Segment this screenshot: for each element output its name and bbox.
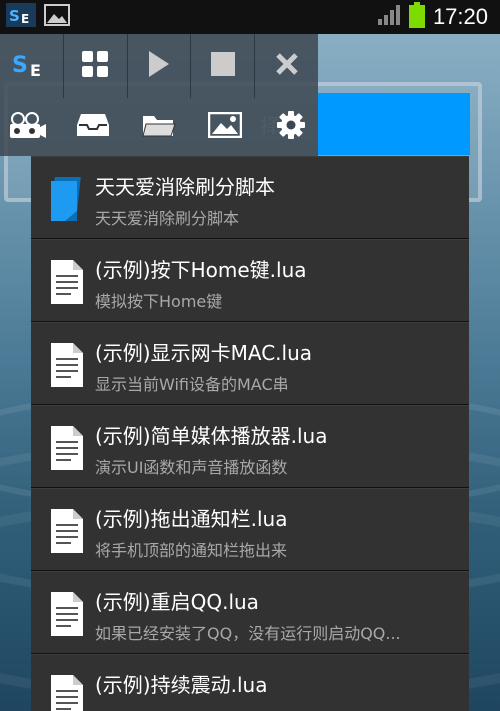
clock: 17:20 [432, 4, 488, 29]
svg-text:E: E [30, 61, 41, 78]
svg-text:S: S [12, 53, 28, 78]
document-icon [49, 341, 85, 389]
se-logo-icon: S E [12, 50, 50, 82]
script-description: 天天爱消除刷分脚本 [95, 209, 240, 228]
signal-icon [377, 4, 401, 30]
script-title: 天天爱消除刷分脚本 [95, 175, 275, 199]
grid-icon [81, 50, 109, 82]
image-icon [44, 4, 70, 30]
script-description: 演示UI函数和声音播放函数 [95, 458, 288, 477]
document-icon [49, 424, 85, 472]
status-bar: S E 17:20 [0, 0, 500, 34]
script-title: (示例)按下Home键.lua [95, 258, 307, 282]
folder-icon [142, 112, 176, 142]
se-logo-button[interactable]: S E [0, 34, 64, 98]
list-item[interactable]: (示例)重启QQ.lua 如果已经安装了QQ，没有运行则启动QQ... [31, 571, 469, 654]
close-button[interactable] [255, 34, 318, 98]
script-title: (示例)拖出通知栏.lua [95, 507, 288, 531]
battery-icon [408, 2, 425, 32]
list-item[interactable]: (示例)持续震动.lua [31, 654, 469, 711]
script-description: 如果已经安装了QQ，没有运行则启动QQ... [95, 624, 401, 643]
inbox-icon [76, 112, 110, 142]
script-title: (示例)简单媒体播放器.lua [95, 424, 328, 448]
image-icon [207, 111, 243, 142]
floating-toolbar: S E [0, 34, 318, 98]
document-icon [49, 590, 85, 638]
widget-blue-bar [318, 93, 470, 155]
script-title: (示例)重启QQ.lua [95, 590, 259, 614]
document-icon [49, 507, 85, 555]
svg-text:E: E [21, 12, 29, 26]
script-description: 显示当前Wifi设备的MAC串 [95, 375, 289, 394]
play-icon [147, 50, 171, 82]
document-icon [49, 258, 85, 306]
document-icon [49, 673, 85, 711]
se-app-icon: S E [6, 3, 36, 31]
record-icon [8, 111, 46, 143]
picture-button[interactable] [206, 108, 244, 146]
script-title: (示例)显示网卡MAC.lua [95, 341, 313, 365]
list-item[interactable]: 天天爱消除刷分脚本 天天爱消除刷分脚本 [31, 156, 469, 239]
list-item[interactable]: (示例)按下Home键.lua 模拟按下Home键 [31, 239, 469, 322]
script-description: 将手机顶部的通知栏拖出来 [95, 541, 288, 560]
script-description: 模拟按下Home键 [95, 292, 223, 311]
script-list: 天天爱消除刷分脚本 天天爱消除刷分脚本 (示例)按下Home键.lua 模拟按下… [31, 156, 469, 711]
blue-file-icon [49, 175, 85, 223]
settings-button[interactable] [272, 108, 310, 146]
gear-icon [277, 111, 305, 143]
stop-icon [210, 51, 236, 81]
list-item[interactable]: (示例)拖出通知栏.lua 将手机顶部的通知栏拖出来 [31, 488, 469, 571]
close-icon [275, 52, 299, 80]
script-title: (示例)持续震动.lua [95, 673, 268, 697]
grid-button[interactable] [64, 34, 128, 98]
play-button[interactable] [128, 34, 192, 98]
secondary-toolbar [0, 98, 318, 156]
svg-text:S: S [9, 7, 20, 25]
folder-button[interactable] [140, 108, 178, 146]
stop-button[interactable] [191, 34, 256, 98]
inbox-button[interactable] [74, 108, 112, 146]
list-item[interactable]: (示例)简单媒体播放器.lua 演示UI函数和声音播放函数 [31, 405, 469, 488]
list-item[interactable]: (示例)显示网卡MAC.lua 显示当前Wifi设备的MAC串 [31, 322, 469, 405]
record-button[interactable] [8, 108, 46, 146]
